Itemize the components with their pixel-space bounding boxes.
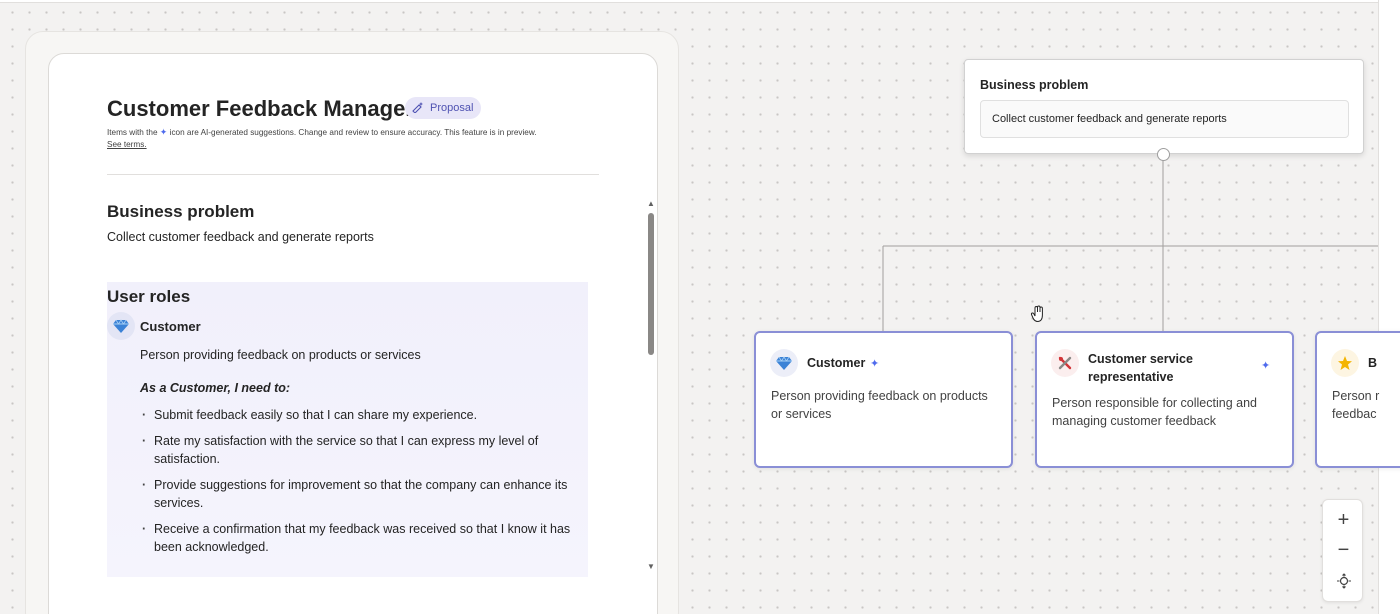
pencil-sparkle-icon: [411, 101, 425, 116]
hand-cursor-icon: [1030, 305, 1046, 328]
role-card-title: Customer service representative: [1088, 352, 1193, 384]
zoom-controls: + −: [1322, 499, 1363, 602]
gem-icon: [770, 349, 798, 377]
business-problem-node[interactable]: Business problem Collect customer feedba…: [964, 59, 1364, 154]
role-card-description: Person responsible for collecting and ma…: [1052, 396, 1257, 428]
tools-icon: [1051, 349, 1079, 377]
disclaimer-prefix: Items with the: [107, 128, 158, 137]
fit-to-view-button[interactable]: [1323, 566, 1364, 596]
fit-view-icon: [1336, 573, 1351, 589]
ai-disclaimer: Items with the ✦ icon are AI-generated s…: [107, 126, 597, 151]
document-scrollbar[interactable]: ▲ ▼: [645, 200, 657, 572]
business-problem-heading: Business problem: [107, 202, 255, 221]
role-card-description: Person r feedbac: [1332, 389, 1380, 421]
business-problem-field[interactable]: Collect customer feedback and generate r…: [980, 100, 1349, 138]
role-card-title: Customer: [807, 356, 866, 370]
sparkle-icon: ✦: [870, 358, 880, 370]
document-title: Customer Feedback Manager: [107, 96, 414, 121]
zoom-out-button[interactable]: −: [1323, 535, 1364, 565]
star-icon: [1331, 349, 1359, 377]
proposal-badge: Proposal: [405, 97, 482, 119]
sparkle-icon: ✦: [1261, 360, 1271, 372]
document-scroll-area[interactable]: Business problem Collect customer feedba…: [49, 194, 649, 614]
role-card-partial[interactable]: B Person r feedbac: [1315, 331, 1400, 468]
node-title: Business problem: [980, 78, 1089, 92]
role-card-customer[interactable]: Customer ✦ Person providing feedback on …: [754, 331, 1013, 468]
list-item: Provide suggestions for improvement so t…: [140, 476, 580, 512]
scroll-down-arrow-icon[interactable]: ▼: [647, 563, 655, 571]
role-card-description: Person providing feedback on products or…: [771, 389, 988, 421]
proposal-badge-label: Proposal: [430, 102, 474, 114]
right-edge-panel: [1378, 0, 1400, 614]
scrollbar-thumb[interactable]: [648, 213, 654, 355]
gem-icon: [107, 312, 135, 340]
list-item: Receive a confirmation that my feedback …: [140, 520, 580, 556]
connector-anchor[interactable]: [1157, 148, 1170, 161]
top-bar: [0, 0, 1378, 3]
business-problem-text: Collect customer feedback and generate r…: [107, 230, 374, 244]
disclaimer-suffix: icon are AI-generated suggestions. Chang…: [169, 128, 537, 137]
see-terms-link[interactable]: See terms.: [107, 140, 147, 149]
document-card: Customer Feedback Manager Proposal Items…: [48, 53, 658, 614]
list-item: Submit feedback easily so that I can sha…: [140, 406, 580, 424]
user-roles-heading: User roles: [107, 287, 191, 306]
zoom-in-button[interactable]: +: [1323, 505, 1364, 535]
role-needs-label: As a Customer, I need to:: [140, 381, 291, 395]
divider: [107, 174, 599, 175]
role-description: Person providing feedback on products or…: [140, 348, 421, 362]
user-roles-section: User roles Customer Person providing fee…: [107, 282, 588, 577]
role-card-customer-service-representative[interactable]: Customer service representative ✦ Person…: [1035, 331, 1294, 468]
role-needs-list: Submit feedback easily so that I can sha…: [140, 406, 580, 564]
role-name: Customer: [140, 319, 201, 334]
list-item: Rate my satisfaction with the service so…: [140, 432, 580, 468]
scroll-up-arrow-icon[interactable]: ▲: [647, 200, 655, 208]
sparkle-icon: ✦: [159, 127, 168, 137]
role-card-title: B: [1368, 356, 1378, 370]
